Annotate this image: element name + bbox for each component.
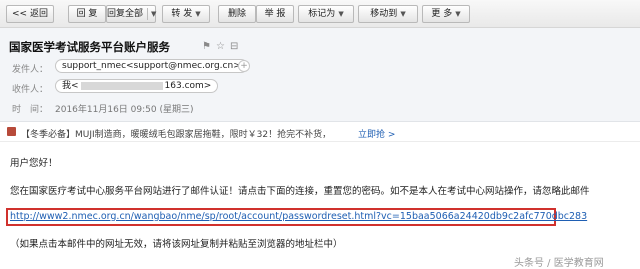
mark-as-button[interactable]: 标记为 ▼ xyxy=(298,5,354,23)
ad-text: 【冬季必备】MUJI制造商，暖暖绒毛包跟家居拖鞋，限时￥32！抢完不补货， xyxy=(21,130,332,140)
delete-button[interactable]: 删除 xyxy=(218,5,256,23)
sender-label: 发件人： xyxy=(12,65,49,75)
mail-toolbar: << 返回 回 复 回复全部 ▼ 转 发 ▼ 删除 举 报 标记为 ▼ 移动到 ▼ 更 … xyxy=(0,0,640,28)
mark-as-label: 标记为 xyxy=(308,9,336,19)
chevron-down-icon: ▼ xyxy=(338,10,344,18)
sender-chip[interactable]: support_nmec<support@nmec.org.cn> xyxy=(55,59,248,73)
divider xyxy=(147,7,149,20)
greeting: 用户您好！ xyxy=(10,158,58,169)
chevron-down-icon: ▼ xyxy=(400,10,406,18)
delete-label: 删除 xyxy=(227,9,246,19)
ad-banner: 【冬季必备】MUJI制造商，暖暖绒毛包跟家居拖鞋，限时￥32！抢完不补货， 立即… xyxy=(0,123,640,142)
more-label: 更 多 xyxy=(431,9,453,19)
more-button[interactable]: 更 多 ▼ xyxy=(422,5,470,23)
recipient-prefix: 我< xyxy=(62,81,79,91)
trash-icon[interactable]: ⊟ xyxy=(230,41,238,52)
reply-button[interactable]: 回 复 xyxy=(68,5,106,23)
reply-all-label: 回复全部 xyxy=(107,9,144,19)
forward-label: 转 发 xyxy=(171,9,193,19)
password-reset-link[interactable]: http://www2.nmec.org.cn/wangbao/nme/sp/r… xyxy=(10,211,587,222)
time-label: 时 间： xyxy=(12,105,49,115)
flag-icon[interactable]: ⚑ xyxy=(202,41,211,52)
back-button[interactable]: << 返回 xyxy=(6,5,54,23)
move-to-button[interactable]: 移动到 ▼ xyxy=(358,5,418,23)
chevron-down-icon: ▼ xyxy=(151,10,157,18)
body-note: （如果点击本邮件中的网址无效，请将该网址复制并粘贴至浏览器的地址栏中） xyxy=(10,239,343,250)
add-contact-icon[interactable]: + xyxy=(238,60,250,72)
forward-button[interactable]: 转 发 ▼ xyxy=(162,5,210,23)
recipient-chip[interactable]: 我< 163.com> xyxy=(55,79,219,93)
mail-subject: 国家医学考试服务平台账户服务 xyxy=(9,40,170,54)
ad-icon xyxy=(7,127,16,136)
recipient-domain: 163.com> xyxy=(164,81,212,91)
sender-address: support_nmec<support@nmec.org.cn> xyxy=(62,61,241,71)
redacted-address xyxy=(80,81,163,90)
star-icon[interactable]: ☆ xyxy=(216,41,225,52)
watermark: 头条号 / 医学教育网 xyxy=(514,258,604,269)
recipient-label: 收件人： xyxy=(12,85,49,95)
move-to-label: 移动到 xyxy=(370,9,398,19)
body-paragraph: 您在国家医疗考试中心服务平台网站进行了邮件认证！请点击下面的连接，重置您的密码。… xyxy=(10,186,590,197)
back-label: << 返回 xyxy=(12,9,48,19)
chevron-down-icon: ▼ xyxy=(455,10,461,18)
mail-time: 2016年11月16日 09:50 (星期三) xyxy=(55,105,194,115)
ad-link[interactable]: 立即抢 > xyxy=(358,127,395,140)
report-label: 举 报 xyxy=(264,9,286,19)
reply-all-button[interactable]: 回复全部 ▼ xyxy=(106,5,156,23)
reply-label: 回 复 xyxy=(76,9,98,19)
report-button[interactable]: 举 报 xyxy=(256,5,294,23)
chevron-down-icon: ▼ xyxy=(195,10,201,18)
